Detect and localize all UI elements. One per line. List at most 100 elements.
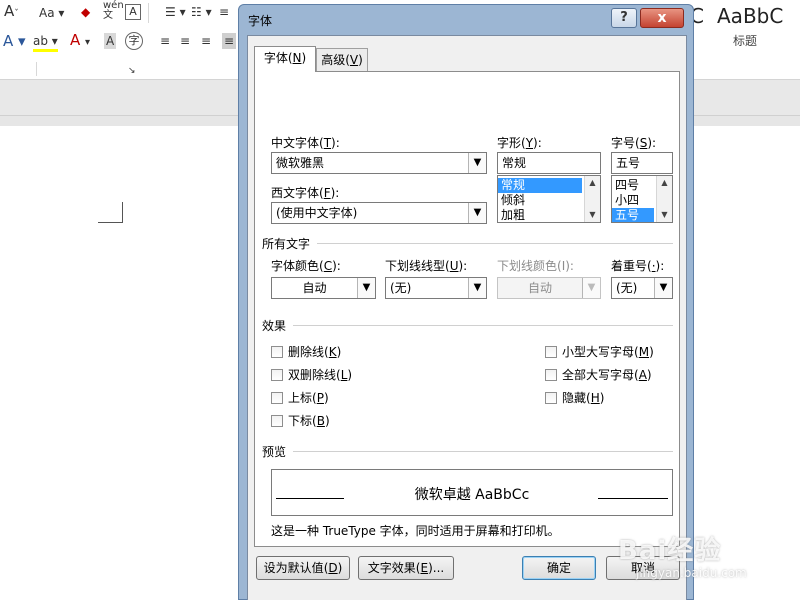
chevron-down-icon[interactable]: ▼ (654, 278, 672, 298)
tab-advanced[interactable]: 高级(V) (316, 48, 368, 72)
font-dialog: 字体 ? x 字体(N) 高级(V) 中文字体(T): 微软雅黑 ▼ 西文字体(… (238, 4, 694, 600)
checkbox-box[interactable] (545, 368, 557, 381)
ribbon-divider (36, 62, 37, 76)
font-size-value: 五号 (616, 156, 641, 170)
western-font-combo[interactable]: (使用中文字体) ▼ (271, 202, 487, 224)
pinyin-label: wén (103, 0, 124, 11)
set-default-button[interactable]: 设为默认值(D) (256, 556, 350, 580)
text-effects-button[interactable]: 文字效果(E)... (358, 556, 454, 580)
scroll-up-icon[interactable]: ▲ (585, 176, 600, 190)
font-color-dropdown[interactable]: 自动 ▼ (271, 277, 376, 299)
list-item[interactable]: 常规 (498, 178, 582, 193)
font-group-launcher-icon[interactable]: ↘ (128, 63, 136, 79)
tab-advanced-key: V (349, 53, 359, 67)
underline-color-value: 自动 (527, 281, 552, 295)
margin-mark (122, 202, 123, 223)
cancel-button[interactable]: 取消 (606, 556, 680, 580)
text-effects-icon[interactable]: A ▾ (3, 33, 26, 49)
chinese-font-value: 微软雅黑 (276, 156, 325, 170)
margin-mark (98, 222, 122, 223)
font-color-value: 自动 (302, 281, 327, 295)
scroll-down-icon[interactable]: ▼ (585, 208, 600, 222)
scroll-down-icon[interactable]: ▼ (657, 208, 672, 222)
char-shading-icon[interactable]: A (104, 33, 117, 49)
character-border-icon[interactable]: A (125, 4, 141, 20)
dialog-client-area: 字体(N) 高级(V) 中文字体(T): 微软雅黑 ▼ 西文字体(F): (使用… (247, 35, 687, 600)
preview-baseline-right (598, 498, 668, 499)
all-caps-checkbox[interactable]: 全部大写字母(A) (545, 366, 652, 383)
chevron-down-icon: ▼ (582, 278, 600, 298)
hidden-checkbox[interactable]: 隐藏(H) (545, 389, 604, 406)
checkbox-box[interactable] (271, 368, 283, 381)
checkbox-box[interactable] (271, 345, 283, 358)
font-tab-panel: 中文字体(T): 微软雅黑 ▼ 西文字体(F): (使用中文字体) ▼ 字形(Y… (254, 71, 680, 547)
numbering-icon[interactable]: ☷ ▾ (191, 4, 212, 20)
chevron-down-icon[interactable]: ▼ (468, 203, 486, 223)
effects-group-title: 效果 (262, 319, 287, 333)
emphasis-mark-value: (无) (616, 281, 638, 295)
checkbox-box[interactable] (545, 345, 557, 358)
style-preview-heading[interactable]: AaBbC (717, 4, 783, 28)
font-style-value: 常规 (502, 156, 527, 170)
bullets-icon[interactable]: ☰ ▾ (165, 4, 186, 20)
double-strikethrough-checkbox[interactable]: 双删除线(L) (271, 366, 352, 383)
multilevel-list-icon[interactable]: ≡ (219, 4, 229, 20)
underline-style-value: (无) (390, 281, 412, 295)
tab-advanced-label: 高级 (321, 53, 346, 67)
dialog-title: 字体 (248, 14, 273, 28)
font-color-icon[interactable]: A ▾ (70, 32, 90, 51)
group-divider (293, 325, 673, 326)
align-right-icon[interactable]: ≡ (201, 33, 211, 49)
subscript-checkbox[interactable]: 下标(B) (271, 412, 330, 429)
chevron-down-icon[interactable]: ▼ (357, 278, 375, 298)
checkbox-box[interactable] (545, 391, 557, 404)
emphasis-mark-label: 着重号(·): (611, 259, 665, 273)
highlight-icon[interactable]: ab ▾ (33, 33, 58, 52)
emphasis-mark-dropdown[interactable]: (无) ▼ (611, 277, 673, 299)
tab-font-label: 字体 (263, 51, 288, 65)
chinese-font-label: 中文字体(T): (271, 136, 340, 150)
underline-color-dropdown: 自动 ▼ (497, 277, 601, 299)
font-size-input[interactable]: 五号 (611, 152, 673, 174)
justify-icon[interactable]: ≡ (222, 33, 237, 49)
dialog-titlebar[interactable]: 字体 ? x (239, 5, 693, 33)
change-case-button[interactable]: Aa ▾ (39, 5, 64, 21)
underline-color-label: 下划线颜色(I): (497, 259, 574, 273)
tab-font[interactable]: 字体(N) (254, 46, 316, 72)
preview-note: 这是一种 TrueType 字体，同时适用于屏幕和打印机。 (271, 524, 560, 538)
checkbox-box[interactable] (271, 391, 283, 404)
align-center-icon[interactable]: ≡ (180, 33, 190, 49)
group-divider (317, 243, 673, 244)
font-style-list[interactable]: 常规 倾斜 加粗 ▲ ▼ (497, 175, 601, 223)
superscript-checkbox[interactable]: 上标(P) (271, 389, 329, 406)
chevron-down-icon[interactable]: ▼ (468, 278, 486, 298)
close-button[interactable]: x (640, 8, 684, 28)
chevron-down-icon[interactable]: ▼ (468, 153, 486, 173)
western-font-value: (使用中文字体) (276, 206, 358, 220)
help-button[interactable]: ? (611, 8, 637, 28)
font-style-label: 字形(Y): (497, 136, 542, 150)
small-caps-checkbox[interactable]: 小型大写字母(M) (545, 343, 654, 360)
list-item[interactable]: 五号 (612, 208, 654, 222)
all-text-group-title: 所有文字 (262, 237, 311, 251)
phonetic-guide-button[interactable]: wén 文 (103, 1, 124, 21)
style-caption-heading: 标题 (733, 34, 758, 48)
strikethrough-checkbox[interactable]: 删除线(K) (271, 343, 341, 360)
ok-button[interactable]: 确定 (522, 556, 596, 580)
font-style-input[interactable]: 常规 (497, 152, 601, 174)
font-size-grow-icon[interactable]: Aˇ (4, 3, 19, 22)
scroll-up-icon[interactable]: ▲ (657, 176, 672, 190)
preview-box: 微软卓越 AaBbCc (271, 469, 673, 516)
checkbox-box[interactable] (271, 414, 283, 427)
chinese-font-combo[interactable]: 微软雅黑 ▼ (271, 152, 487, 174)
font-style-scrollbar[interactable]: ▲ ▼ (584, 176, 600, 222)
underline-style-dropdown[interactable]: (无) ▼ (385, 277, 487, 299)
align-left-icon[interactable]: ≡ (160, 33, 170, 49)
font-size-scrollbar[interactable]: ▲ ▼ (656, 176, 672, 222)
ribbon-divider (148, 3, 149, 23)
enclose-chars-icon[interactable]: 字 (125, 32, 143, 50)
clear-format-icon[interactable]: ◆ (81, 4, 90, 20)
western-font-label: 西文字体(F): (271, 186, 340, 200)
preview-sample-text: 微软卓越 AaBbCc (414, 487, 530, 503)
font-size-list[interactable]: 四号 小四 五号 ▲ ▼ (611, 175, 673, 223)
